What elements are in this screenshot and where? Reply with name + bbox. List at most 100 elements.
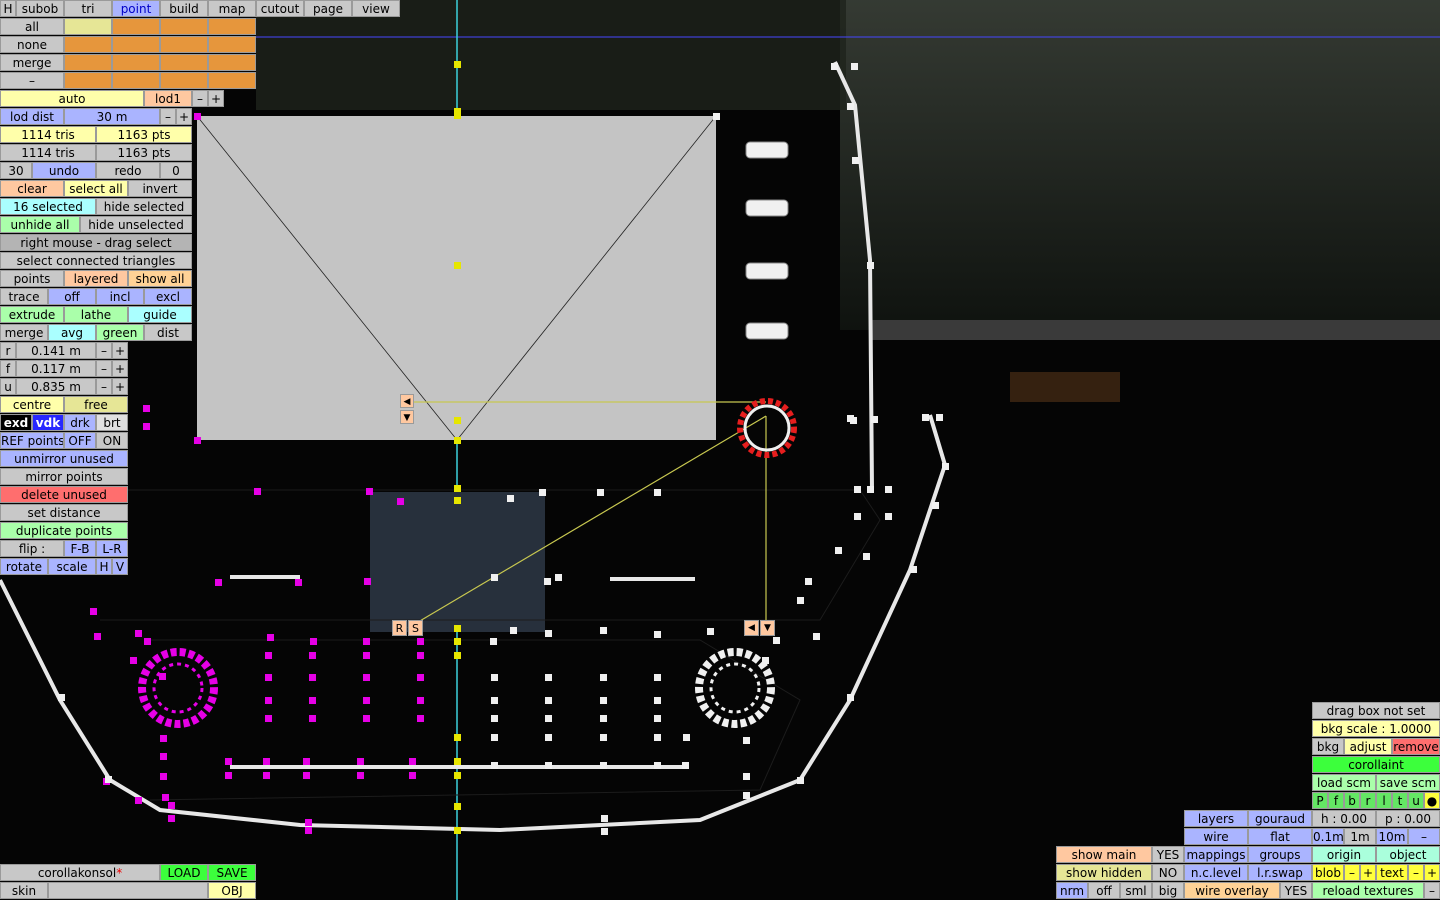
mesh-point[interactable] xyxy=(160,735,167,742)
mesh-point[interactable] xyxy=(910,566,917,573)
mesh-point[interactable] xyxy=(743,773,750,780)
h-button[interactable]: H xyxy=(96,558,112,575)
mesh-point[interactable] xyxy=(507,495,514,502)
obj-button[interactable]: OBJ xyxy=(208,882,256,899)
project-name-button[interactable]: corollaint xyxy=(1312,756,1440,773)
menu-subob[interactable]: subob xyxy=(16,0,64,17)
mesh-point[interactable] xyxy=(363,652,370,659)
mesh-point[interactable] xyxy=(309,715,316,722)
mesh-point[interactable] xyxy=(194,113,201,120)
set-distance-button[interactable]: set distance xyxy=(0,504,128,521)
layer-cell-1-0[interactable] xyxy=(64,36,112,53)
marker-left-arrow-2[interactable]: ◀ xyxy=(744,620,759,636)
object-button[interactable]: object xyxy=(1376,846,1440,863)
mesh-point[interactable] xyxy=(58,694,65,701)
lod-dist-plus[interactable]: + xyxy=(176,108,192,125)
layer-cell-2-1[interactable] xyxy=(112,54,160,71)
mesh-point[interactable] xyxy=(600,762,607,769)
grid-step-2[interactable]: 10m xyxy=(1376,828,1408,845)
mesh-point[interactable] xyxy=(454,827,461,834)
layer-cell-0-1[interactable] xyxy=(112,18,160,35)
skin-input[interactable] xyxy=(48,882,208,899)
trace-incl-button[interactable]: incl xyxy=(96,288,144,305)
mesh-point[interactable] xyxy=(265,652,272,659)
unhide-all-button[interactable]: unhide all xyxy=(0,216,80,233)
select-none-button[interactable]: none xyxy=(0,36,64,53)
mesh-point[interactable] xyxy=(491,734,498,741)
mesh-point[interactable] xyxy=(510,627,517,634)
save-scm-button[interactable]: save scm xyxy=(1376,774,1440,791)
coord-value-u[interactable]: 0.835 m xyxy=(16,378,96,395)
mesh-point[interactable] xyxy=(773,637,780,644)
v-button[interactable]: V xyxy=(112,558,128,575)
mesh-point[interactable] xyxy=(454,772,461,779)
mesh-point[interactable] xyxy=(417,674,424,681)
mesh-point[interactable] xyxy=(454,61,461,68)
mirror-points-button[interactable]: mirror points xyxy=(0,468,128,485)
adjust-button[interactable]: adjust xyxy=(1344,738,1392,755)
layer-cell-1-2[interactable] xyxy=(160,36,208,53)
layer-cell-3-3[interactable] xyxy=(208,72,256,89)
mesh-point[interactable] xyxy=(215,579,222,586)
coord-minus-r[interactable]: – xyxy=(96,342,112,359)
coord-value-f[interactable]: 0.117 m xyxy=(16,360,96,377)
view-letter-3[interactable]: r xyxy=(1360,792,1376,809)
mesh-point[interactable] xyxy=(267,634,274,641)
mesh-point[interactable] xyxy=(854,513,861,520)
menu-cutout[interactable]: cutout xyxy=(256,0,304,17)
marker-left-arrow-1[interactable]: ◀ xyxy=(400,394,414,408)
mesh-point[interactable] xyxy=(160,773,167,780)
mesh-point[interactable] xyxy=(309,697,316,704)
lod-minus-button[interactable]: – xyxy=(192,90,208,107)
nrm-button[interactable]: nrm xyxy=(1056,882,1088,899)
origin-button[interactable]: origin xyxy=(1312,846,1376,863)
invert-button[interactable]: invert xyxy=(128,180,192,197)
load-scm-button[interactable]: load scm xyxy=(1312,774,1376,791)
filename-field[interactable]: corollakonsol* xyxy=(0,864,160,881)
mesh-point[interactable] xyxy=(867,486,874,493)
mesh-point[interactable] xyxy=(225,758,232,765)
reload-textures-button[interactable]: reload textures xyxy=(1312,882,1424,899)
view-letter-6[interactable]: u xyxy=(1408,792,1424,809)
mesh-point[interactable] xyxy=(545,762,552,769)
mesh-point[interactable] xyxy=(831,63,838,70)
mesh-point[interactable] xyxy=(363,638,370,645)
mesh-point[interactable] xyxy=(805,578,812,585)
mesh-point[interactable] xyxy=(813,633,820,640)
mesh-point[interactable] xyxy=(545,715,552,722)
text-button[interactable]: text xyxy=(1376,864,1408,881)
trace-excl-button[interactable]: excl xyxy=(144,288,192,305)
mesh-point[interactable] xyxy=(491,762,498,769)
mesh-point[interactable] xyxy=(600,627,607,634)
mesh-point[interactable] xyxy=(265,715,272,722)
mesh-point[interactable] xyxy=(654,762,661,769)
mesh-point[interactable] xyxy=(417,652,424,659)
mesh-point[interactable] xyxy=(357,758,364,765)
mesh-point[interactable] xyxy=(303,772,310,779)
layer-cell-0-2[interactable] xyxy=(160,18,208,35)
green-button[interactable]: green xyxy=(96,324,144,341)
avg-button[interactable]: avg xyxy=(48,324,96,341)
mesh-point[interactable] xyxy=(835,547,842,554)
mesh-point[interactable] xyxy=(491,697,498,704)
mesh-point[interactable] xyxy=(309,652,316,659)
layer-cell-1-3[interactable] xyxy=(208,36,256,53)
mesh-point[interactable] xyxy=(265,697,272,704)
select-merge-button[interactable]: merge xyxy=(0,54,64,71)
dist-button[interactable]: dist xyxy=(144,324,192,341)
mesh-point[interactable] xyxy=(600,697,607,704)
view-letter-5[interactable]: t xyxy=(1392,792,1408,809)
text-minus[interactable]: – xyxy=(1408,864,1424,881)
wire-button[interactable]: wire xyxy=(1184,828,1248,845)
mesh-point[interactable] xyxy=(162,794,169,801)
mesh-point[interactable] xyxy=(130,657,137,664)
guide-button[interactable]: guide xyxy=(128,306,192,323)
mesh-point[interactable] xyxy=(797,777,804,784)
mesh-point[interactable] xyxy=(90,608,97,615)
blob-plus[interactable]: + xyxy=(1360,864,1376,881)
rotate-button[interactable]: rotate xyxy=(0,558,48,575)
points-button[interactable]: points xyxy=(0,270,64,287)
mesh-point[interactable] xyxy=(160,753,167,760)
mesh-point[interactable] xyxy=(305,819,312,826)
coord-plus-r[interactable]: + xyxy=(112,342,128,359)
